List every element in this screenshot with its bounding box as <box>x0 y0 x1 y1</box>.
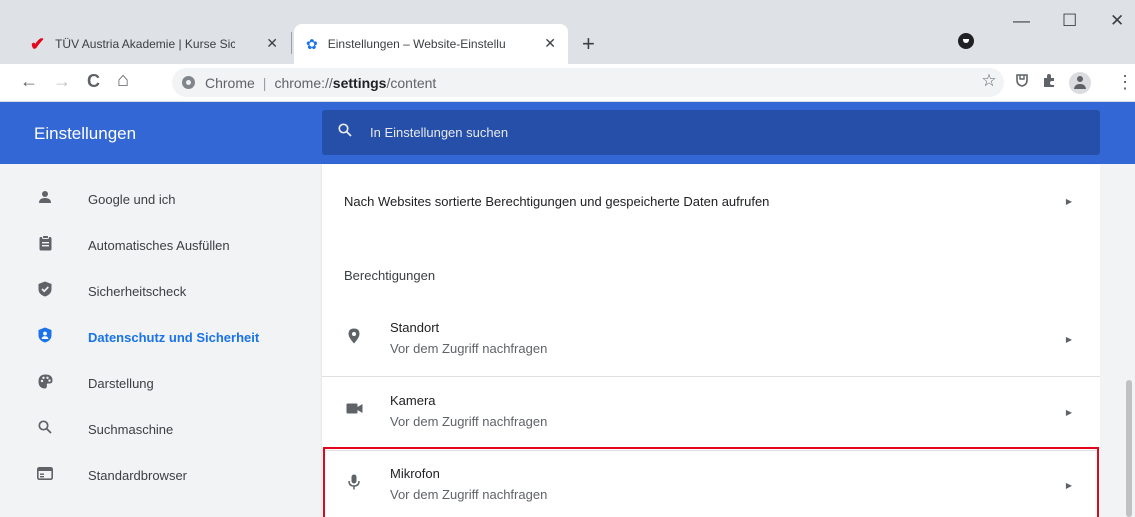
sidebar-item-sicherheitscheck[interactable]: Sicherheitscheck <box>0 268 320 314</box>
camera-icon <box>344 401 364 419</box>
tab-tuv-austria[interactable]: ✔ TÜV Austria Akademie | Kurse Sic ✕ <box>18 24 290 64</box>
settings-sidebar: Google und ich Automatisches Ausfüllen S… <box>0 164 322 517</box>
avatar[interactable] <box>1069 72 1091 94</box>
sidebar-item-google-und-ich[interactable]: Google und ich <box>0 176 320 222</box>
tab-title: Einstellungen – Website-Einstellu <box>327 37 506 51</box>
tab-title: TÜV Austria Akademie | Kurse Sic <box>55 37 236 51</box>
profile-indicator-icon[interactable] <box>958 33 974 49</box>
tab-settings[interactable]: ✿ Einstellungen – Website-Einstellu ✕ <box>294 24 568 64</box>
location-pin-icon <box>344 328 364 349</box>
search-icon <box>36 420 54 438</box>
scheme-label: Chrome <box>205 74 255 91</box>
back-icon[interactable]: ← <box>20 72 38 90</box>
browser-icon <box>36 466 54 484</box>
home-icon[interactable]: ⌂ <box>117 70 129 90</box>
person-icon <box>36 190 54 208</box>
settings-gear-icon: ✿ <box>306 35 318 52</box>
sidebar-item-autofill[interactable]: Automatisches Ausfüllen <box>0 222 320 268</box>
forward-icon[interactable]: → <box>53 72 71 90</box>
url-host: settings <box>332 74 387 91</box>
sidebar-item-datenschutz[interactable]: Datenschutz und Sicherheit <box>0 314 320 360</box>
settings-content-card: Nach Websites sortierte Berechtigungen u… <box>322 164 1100 517</box>
sidebar-item-darstellung[interactable]: Darstellung <box>0 360 320 406</box>
tuv-v-logo-icon: ✔ <box>30 33 46 54</box>
window-close-button[interactable]: ✕ <box>1110 12 1124 29</box>
sidebar-item-label: Sicherheitscheck <box>88 283 187 299</box>
arrow-right-icon: ▶ <box>1065 335 1072 344</box>
permission-row-kamera[interactable]: Kamera Vor dem Zugriff nachfragen ▶ <box>322 377 1100 451</box>
site-data-link[interactable]: Nach Websites sortierte Berechtigungen u… <box>322 176 1100 226</box>
palette-icon <box>36 374 54 393</box>
maximize-button[interactable]: ☐ <box>1062 12 1077 29</box>
site-data-link-label: Nach Websites sortierte Berechtigungen u… <box>344 193 770 209</box>
url-path: /content <box>386 74 437 91</box>
page-title: Einstellungen <box>34 124 137 143</box>
minimize-button[interactable]: — <box>1013 12 1030 29</box>
sidebar-item-label: Automatisches Ausfüllen <box>88 237 230 253</box>
permission-row-standort[interactable]: Standort Vor dem Zugriff nachfragen ▶ <box>322 304 1100 378</box>
new-tab-button[interactable]: + <box>582 33 595 55</box>
arrow-right-icon: ▶ <box>1065 196 1072 206</box>
search-icon <box>338 123 352 142</box>
search-input[interactable] <box>370 125 970 140</box>
extension-shield-icon[interactable] <box>1015 73 1029 90</box>
settings-search-bar[interactable] <box>322 110 1100 155</box>
sidebar-item-standardbrowser[interactable]: Standardbrowser <box>0 452 320 498</box>
reload-icon[interactable]: C <box>87 72 100 90</box>
permission-status: Vor dem Zugriff nachfragen <box>390 341 548 356</box>
permission-status: Vor dem Zugriff nachfragen <box>390 414 548 429</box>
sidebar-item-label: Datenschutz und Sicherheit <box>88 329 260 345</box>
address-bar[interactable]: Chrome | chrome://settings/content ☆ <box>172 68 1004 97</box>
sidebar-item-label: Standardbrowser <box>88 467 187 483</box>
mikrofon-highlight-box <box>323 447 1099 517</box>
url-prefix: chrome:// <box>274 74 333 91</box>
sidebar-item-label: Suchmaschine <box>88 421 174 437</box>
sidebar-item-label: Google und ich <box>88 191 176 207</box>
permissions-heading: Berechtigungen <box>344 268 436 283</box>
permission-name: Kamera <box>390 393 436 408</box>
sidebar-item-label: Darstellung <box>88 375 154 391</box>
bookmark-star-icon[interactable]: ☆ <box>974 71 1004 91</box>
menu-kebab-icon[interactable]: ⋮ <box>1116 73 1134 91</box>
omnibox-separator: | <box>262 74 267 91</box>
clipboard-icon <box>36 235 54 255</box>
tab-divider <box>291 32 292 54</box>
tab-strip: ✔ TÜV Austria Akademie | Kurse Sic ✕ ✿ E… <box>0 0 1135 64</box>
extensions-puzzle-icon[interactable] <box>1042 73 1057 91</box>
shield-icon <box>36 327 54 347</box>
arrow-right-icon: ▶ <box>1065 408 1072 417</box>
scrollbar-thumb[interactable] <box>1126 380 1132 517</box>
tab-close-icon[interactable]: ✕ <box>266 35 278 52</box>
shield-check-icon <box>36 281 54 301</box>
sidebar-item-suchmaschine[interactable]: Suchmaschine <box>0 406 320 452</box>
chrome-icon <box>182 76 195 89</box>
permission-name: Standort <box>390 320 440 335</box>
tab-close-icon[interactable]: ✕ <box>544 35 556 52</box>
browser-toolbar: ← → C ⌂ Chrome | chrome://settings/conte… <box>0 64 1135 102</box>
